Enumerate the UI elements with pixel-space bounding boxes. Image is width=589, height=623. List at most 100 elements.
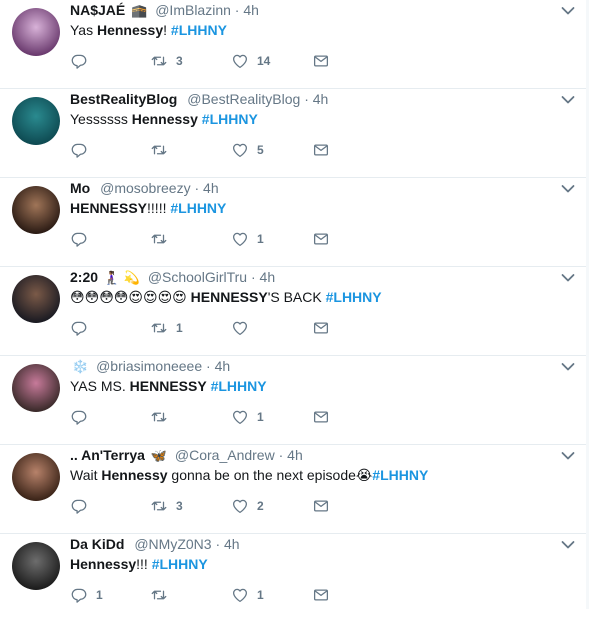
- hashtag-link[interactable]: #LHHNY: [202, 111, 258, 127]
- like-icon: [232, 588, 248, 603]
- avatar[interactable]: [12, 275, 60, 323]
- reply-button[interactable]: [70, 52, 96, 70]
- direct-message-button[interactable]: [312, 586, 330, 604]
- tweet[interactable]: 2:20 🧎🏾‍♀️ 💫 @SchoolGirlTru · 4h 😳😳😳😳😍😍😍…: [0, 267, 589, 356]
- direct-message-icon: [313, 500, 329, 512]
- chevron-down-icon[interactable]: [561, 184, 575, 194]
- like-button[interactable]: 1: [231, 408, 264, 426]
- like-icon: [232, 54, 248, 69]
- like-button[interactable]: 5: [231, 141, 264, 159]
- handle[interactable]: @mosobreezy: [100, 180, 190, 196]
- hashtag-link[interactable]: #LHHNY: [170, 200, 226, 216]
- tweet[interactable]: Da KiDd @NMyZ0N3 · 4h Hennessy!!! #LHHNY…: [0, 534, 589, 623]
- like-count: 1: [257, 410, 264, 424]
- display-name[interactable]: Mo: [70, 180, 90, 196]
- display-name[interactable]: .. An'Terrya: [70, 447, 145, 463]
- handle[interactable]: @briasimoneeee: [96, 358, 202, 374]
- separator: ·: [194, 180, 204, 196]
- retweet-count: 3: [176, 54, 183, 68]
- handle[interactable]: @Cora_Andrew: [175, 447, 275, 463]
- avatar[interactable]: [12, 542, 60, 590]
- handle[interactable]: @SchoolGirlTru: [148, 269, 247, 285]
- hashtag-link[interactable]: #LHHNY: [152, 556, 208, 572]
- name-emoji: 🧎🏾‍♀️ 💫: [103, 270, 140, 285]
- highlighted-keyword: Hennessy: [131, 111, 198, 127]
- emoji-prefix: 😳😳😳😳😍😍😍😍: [70, 289, 187, 305]
- reply-icon: [71, 232, 87, 247]
- chevron-down-icon[interactable]: [561, 95, 575, 105]
- retweet-button[interactable]: [150, 586, 176, 604]
- like-button[interactable]: 1: [231, 230, 264, 248]
- reply-count: 1: [96, 588, 103, 602]
- tweet[interactable]: BestRealityBlog @BestRealityBlog · 4h Ye…: [0, 89, 589, 178]
- display-name[interactable]: BestRealityBlog: [70, 91, 177, 107]
- like-button[interactable]: 2: [231, 497, 264, 515]
- tweet[interactable]: Mo @mosobreezy · 4h HENNESSY!!!!! #LHHNY…: [0, 178, 589, 267]
- direct-message-button[interactable]: [312, 408, 330, 426]
- separator: ·: [304, 91, 313, 107]
- tweet[interactable]: .. An'Terrya 🦋 @Cora_Andrew · 4h Wait He…: [0, 445, 589, 534]
- tweet[interactable]: NA$JAÉ 🕋 @ImBlazinn · 4h Yas Hennessy! #…: [0, 0, 589, 89]
- timestamp[interactable]: 4h: [260, 269, 276, 285]
- reply-button[interactable]: 1: [70, 586, 103, 604]
- handle[interactable]: @ImBlazinn: [155, 2, 231, 18]
- reply-button[interactable]: [70, 141, 96, 159]
- like-button[interactable]: 1: [231, 586, 264, 604]
- like-icon: [232, 410, 248, 425]
- avatar[interactable]: [12, 8, 60, 56]
- separator: ·: [206, 358, 215, 374]
- avatar[interactable]: [12, 453, 60, 501]
- like-button[interactable]: [231, 319, 257, 337]
- display-name[interactable]: NA$JAÉ: [70, 2, 125, 18]
- timestamp[interactable]: 4h: [243, 2, 259, 18]
- direct-message-button[interactable]: [312, 52, 330, 70]
- reply-button[interactable]: [70, 497, 96, 515]
- hashtag-link[interactable]: #LHHNY: [171, 22, 227, 38]
- hashtag-link[interactable]: #LHHNY: [326, 289, 382, 305]
- chevron-down-icon[interactable]: [561, 362, 575, 372]
- handle[interactable]: @BestRealityBlog: [187, 91, 300, 107]
- reply-icon: [71, 588, 87, 603]
- timestamp[interactable]: 4h: [215, 358, 231, 374]
- hashtag-link[interactable]: #LHHNY: [211, 378, 267, 394]
- like-button[interactable]: 14: [231, 52, 270, 70]
- retweet-button[interactable]: 3: [150, 497, 183, 515]
- tweet-header: NA$JAÉ 🕋 @ImBlazinn · 4h: [70, 0, 259, 20]
- timestamp[interactable]: 4h: [313, 91, 329, 107]
- retweet-button[interactable]: [150, 141, 176, 159]
- timestamp[interactable]: 4h: [224, 536, 240, 552]
- tweet[interactable]: ❄️ @briasimoneeee · 4h YAS MS. HENNESSY …: [0, 356, 589, 445]
- reply-button[interactable]: [70, 408, 96, 426]
- avatar[interactable]: [12, 364, 60, 412]
- separator: ·: [278, 447, 288, 463]
- direct-message-button[interactable]: [312, 497, 330, 515]
- chevron-down-icon[interactable]: [561, 6, 575, 16]
- chevron-down-icon[interactable]: [561, 451, 575, 461]
- display-name[interactable]: Da KiDd: [70, 536, 124, 552]
- display-name[interactable]: 2:20: [70, 269, 98, 285]
- chevron-down-icon[interactable]: [561, 540, 575, 550]
- direct-message-icon: [313, 589, 329, 601]
- retweet-button[interactable]: 3: [150, 52, 183, 70]
- retweet-button[interactable]: 1: [150, 319, 183, 337]
- reply-icon: [71, 499, 87, 514]
- tweet-header: BestRealityBlog @BestRealityBlog · 4h: [70, 89, 328, 109]
- retweet-button[interactable]: [150, 408, 176, 426]
- timestamp[interactable]: 4h: [287, 447, 303, 463]
- highlighted-keyword: Hennessy: [96, 22, 164, 38]
- highlighted-keyword: HENNESSY: [190, 289, 268, 305]
- handle[interactable]: @NMyZ0N3: [134, 536, 211, 552]
- reply-button[interactable]: [70, 319, 96, 337]
- timestamp[interactable]: 4h: [203, 180, 219, 196]
- direct-message-button[interactable]: [312, 230, 330, 248]
- chevron-down-icon[interactable]: [561, 273, 575, 283]
- hashtag-link[interactable]: #LHHNY: [372, 467, 428, 483]
- direct-message-button[interactable]: [312, 319, 330, 337]
- avatar[interactable]: [12, 97, 60, 145]
- retweet-button[interactable]: [150, 230, 176, 248]
- tweet-text: Yessssss Hennessy #LHHNY: [70, 110, 258, 128]
- reply-button[interactable]: [70, 230, 96, 248]
- avatar[interactable]: [12, 186, 60, 234]
- direct-message-button[interactable]: [312, 141, 330, 159]
- text-post: gonna be on the next episode: [167, 467, 356, 483]
